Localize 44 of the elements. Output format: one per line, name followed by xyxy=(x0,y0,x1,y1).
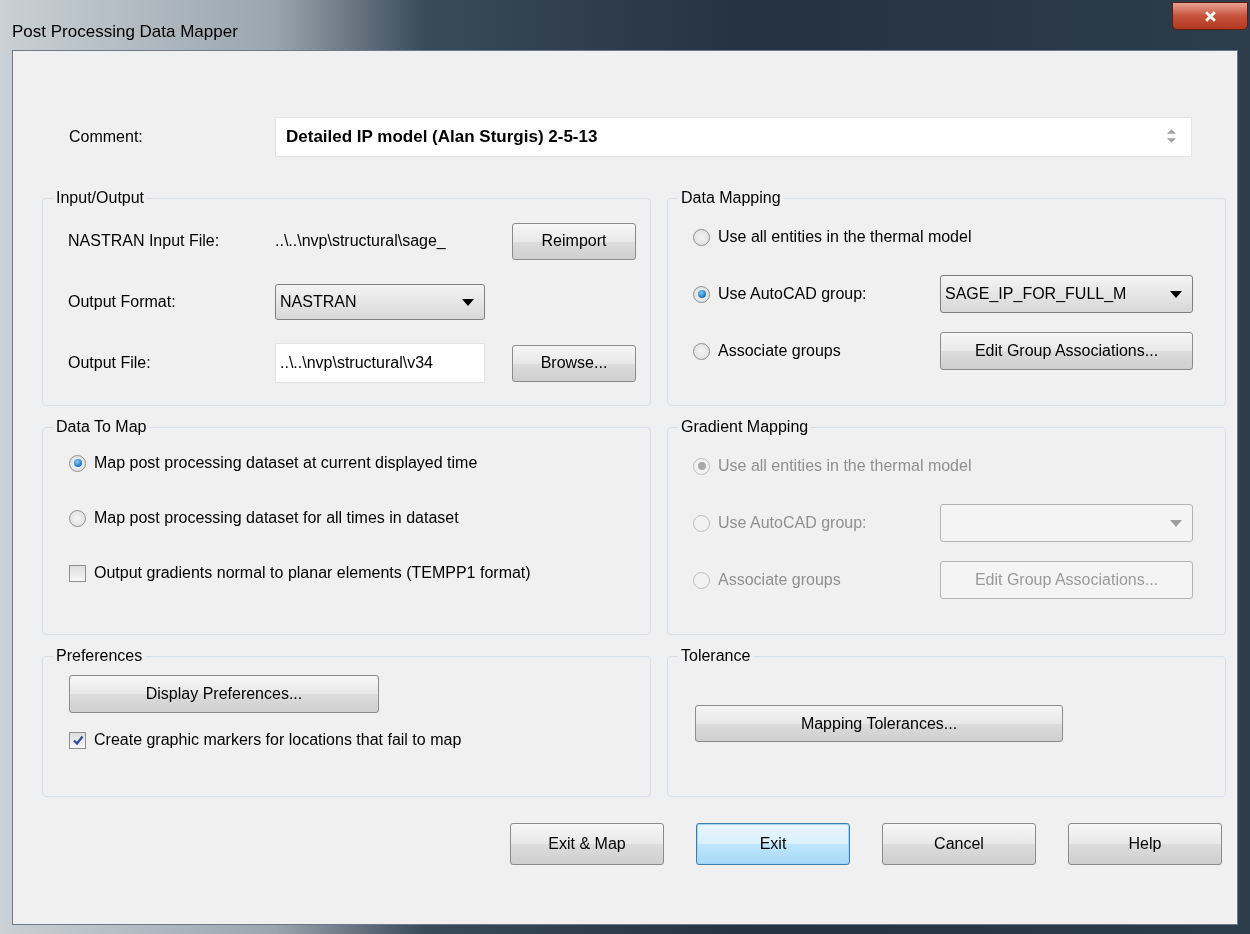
group-title: Input/Output xyxy=(55,189,146,207)
caret-icon xyxy=(1170,519,1182,527)
group-title: Data To Map xyxy=(55,418,148,436)
button[interactable]: Display Preferences... xyxy=(69,675,379,713)
button[interactable]: Edit Group Associations... xyxy=(940,332,1193,370)
radio-button[interactable] xyxy=(69,509,86,527)
radio-button[interactable] xyxy=(693,342,710,360)
field-label: Output File: xyxy=(68,354,152,372)
field-label: NASTRAN Input File: xyxy=(68,232,221,250)
group-title: Tolerance xyxy=(680,647,752,665)
checkbox[interactable] xyxy=(69,564,86,582)
radio-label[interactable]: Use all entities in the thermal model xyxy=(718,228,972,246)
dropdown[interactable]: NASTRAN xyxy=(275,284,485,320)
button[interactable]: Cancel xyxy=(882,823,1036,865)
radio-button[interactable] xyxy=(693,228,710,246)
radio-button[interactable] xyxy=(69,454,86,472)
window-title: Post Processing Data Mapper xyxy=(12,22,238,42)
radio-button[interactable] xyxy=(693,285,710,303)
close-button[interactable] xyxy=(1172,2,1248,30)
checkbox[interactable] xyxy=(69,731,86,749)
group-title: Data Mapping xyxy=(680,189,782,207)
button[interactable]: Exit & Map xyxy=(510,823,664,865)
output-file-field[interactable]: ..\..\nvp\structural\v34 xyxy=(275,343,485,383)
file-path: ..\..\nvp\structural\sage_ xyxy=(275,232,447,250)
button[interactable]: Mapping Tolerances... xyxy=(695,705,1063,742)
checkbox-label[interactable]: Output gradients normal to planar elements (TEMPP1 format) xyxy=(94,564,531,582)
caret-icon xyxy=(1170,290,1182,298)
radio-label[interactable]: Map post processing dataset at current displayed time xyxy=(94,454,478,472)
group-title: Gradient Mapping xyxy=(680,418,810,436)
group-title: Preferences xyxy=(55,647,144,665)
radio-label[interactable]: Map post processing dataset for all times in dataset xyxy=(94,509,459,527)
button[interactable]: Exit xyxy=(696,823,850,865)
button[interactable]: Help xyxy=(1068,823,1222,865)
spin-arrows-icon xyxy=(1167,128,1177,146)
radio-label[interactable]: Use AutoCAD group: xyxy=(718,285,867,303)
field-label: Comment: xyxy=(69,128,144,146)
caret-icon xyxy=(462,298,474,306)
radio-label[interactable]: Associate groups xyxy=(718,342,841,360)
checkbox-label[interactable]: Create graphic markers for locations that fail to map xyxy=(94,731,462,749)
close-icon xyxy=(1203,9,1217,23)
button[interactable]: Browse... xyxy=(512,344,636,382)
field-label: Output Format: xyxy=(68,293,177,311)
button[interactable]: Reimport xyxy=(512,222,636,260)
dropdown[interactable]: SAGE_IP_FOR_FULL_M xyxy=(940,275,1193,313)
